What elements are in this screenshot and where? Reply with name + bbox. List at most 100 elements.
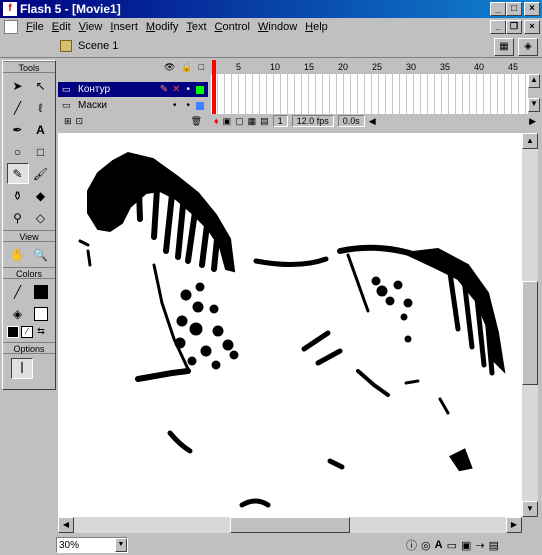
arrow-icon[interactable]: ➤ [7, 75, 29, 96]
hidden-x-icon[interactable]: ✕ [172, 84, 180, 95]
eraser-icon[interactable]: ◇ [30, 207, 52, 228]
vertical-scrollbar[interactable]: ▲ ▼ [522, 133, 538, 517]
horizontal-scroll-thumb[interactable] [230, 517, 350, 533]
visible-dot-icon[interactable]: • [173, 100, 177, 111]
menu-control[interactable]: Control [211, 18, 254, 36]
dropper-icon[interactable]: ⚲ [7, 207, 29, 228]
layer-buttons: ⊞ ⊡ 🗑 [58, 114, 208, 128]
zoom-dropdown-icon[interactable]: ▼ [115, 538, 127, 552]
doc-minimize-button[interactable]: _ [490, 20, 506, 34]
scroll-left-icon[interactable]: ◀ [369, 116, 376, 127]
lock-dot-icon[interactable]: • [186, 84, 190, 95]
trash-icon[interactable]: 🗑 [191, 116, 202, 127]
hand-icon[interactable]: ✋ [7, 244, 29, 265]
no-color-icon[interactable]: ⁄ [21, 326, 33, 338]
zoom-select[interactable]: 30% ▼ [56, 537, 128, 553]
layer-name: Контур [78, 84, 111, 95]
current-frame: 1 [272, 115, 288, 127]
stage-canvas[interactable] [58, 133, 522, 517]
title-bar: f Flash 5 - [Movie1] _ □ × [0, 0, 542, 18]
info-panel-icon[interactable]: ⓘ [406, 537, 417, 553]
vertical-scroll-thumb[interactable] [522, 281, 538, 385]
onion-outline-icon[interactable]: ▢ [235, 116, 244, 127]
onion-skin-icon[interactable]: ▣ [223, 116, 232, 127]
frame-number: 45 [508, 62, 519, 72]
flash-app-icon[interactable]: f [3, 2, 17, 16]
scroll-right-button[interactable]: ▶ [506, 517, 522, 533]
instance-panel-icon[interactable]: ▭ [447, 539, 457, 552]
ink-bottle-icon[interactable]: ⚱ [7, 185, 29, 206]
actions-panel-icon[interactable]: ⇢ [475, 539, 484, 552]
scene-icon [60, 40, 72, 52]
document-icon[interactable] [4, 20, 18, 34]
frames-area[interactable]: 5 10 15 20 25 30 35 40 45 [210, 60, 528, 114]
mixer-panel-icon[interactable]: ◎ [421, 539, 431, 552]
paint-bucket-icon[interactable]: ◆ [30, 185, 52, 206]
zoom-value: 30% [59, 539, 80, 551]
lasso-icon[interactable]: ℓ [30, 97, 52, 118]
layer-row-kontur[interactable]: ▭ Контур ✎ ✕ • [58, 82, 208, 97]
swap-colors-icon[interactable]: ⇆ [35, 326, 47, 338]
layer-row-maski[interactable]: ▭ Маски • • [58, 98, 208, 113]
colors-header: Colors [3, 267, 55, 279]
playhead[interactable] [212, 60, 216, 114]
menu-help[interactable]: Help [301, 18, 332, 36]
subselect-icon[interactable]: ↖ [30, 75, 52, 96]
horizontal-scrollbar[interactable]: ◀ ▶ [58, 517, 522, 533]
add-layer-icon[interactable]: ⊞ [64, 116, 72, 127]
menu-view[interactable]: View [75, 18, 107, 36]
pencil-mode-icon[interactable]: ꟾ [11, 358, 33, 379]
lock-icon[interactable]: 🔒 [181, 62, 192, 73]
frame-number: 35 [440, 62, 451, 72]
scroll-right-icon[interactable]: ▶ [529, 116, 536, 127]
character-panel-icon[interactable]: A [435, 539, 443, 551]
oval-icon[interactable]: ○ [7, 141, 29, 162]
brush-icon[interactable]: 🖌 [30, 163, 52, 184]
timeline-scroll-down[interactable]: ▼ [528, 98, 540, 112]
stroke-color-icon[interactable]: ╱ [7, 281, 29, 302]
fill-color-icon[interactable]: ◈ [7, 303, 29, 324]
edit-scene-icon[interactable]: ▦ [494, 38, 514, 56]
center-frame-icon[interactable]: ♦ [214, 116, 219, 126]
menu-edit[interactable]: Edit [48, 18, 75, 36]
menu-text[interactable]: Text [182, 18, 210, 36]
doc-close-button[interactable]: × [524, 20, 540, 34]
edit-multiple-icon[interactable]: ▦ [248, 116, 257, 127]
fill-color-swatch[interactable] [30, 303, 52, 324]
timeline-scroll-up[interactable]: ▲ [528, 74, 540, 88]
lock-dot-icon[interactable]: • [186, 100, 190, 111]
menu-bar: File Edit View Insert Modify Text Contro… [0, 18, 542, 36]
pen-icon[interactable]: ✒ [7, 119, 29, 140]
scroll-down-button[interactable]: ▼ [522, 501, 538, 517]
outline-color-icon[interactable] [196, 85, 204, 94]
outline-icon[interactable]: □ [199, 62, 204, 72]
menu-window[interactable]: Window [254, 18, 301, 36]
minimize-button[interactable]: _ [490, 2, 506, 16]
menu-insert[interactable]: Insert [106, 18, 142, 36]
movie-explorer-icon[interactable]: ▣ [461, 539, 471, 552]
frame-number: 5 [236, 62, 242, 72]
maximize-button[interactable]: □ [506, 2, 522, 16]
eye-icon[interactable]: 👁 [164, 62, 175, 73]
frame-grid [210, 74, 528, 114]
doc-restore-button[interactable]: ❐ [506, 20, 522, 34]
magnifier-icon[interactable]: 🔍 [30, 244, 52, 265]
library-icon[interactable]: ▤ [489, 539, 499, 552]
frame-number: 30 [406, 62, 417, 72]
timeline-status: ♦ ▣ ▢ ▦ ▤ 1 12.0 fps 0.0s ◀ ▶ [210, 114, 540, 128]
menu-file[interactable]: File [22, 18, 48, 36]
pencil-icon[interactable]: ✎ [6, 163, 29, 184]
stroke-color-swatch[interactable] [30, 281, 52, 302]
onion-markers-icon[interactable]: ▤ [260, 116, 269, 127]
close-button[interactable]: × [524, 2, 540, 16]
line-icon[interactable]: ╱ [7, 97, 29, 118]
default-colors-icon[interactable] [7, 326, 19, 338]
add-guide-icon[interactable]: ⊡ [76, 116, 84, 127]
rectangle-icon[interactable]: □ [30, 141, 52, 162]
scroll-up-button[interactable]: ▲ [522, 133, 538, 149]
scroll-left-button[interactable]: ◀ [58, 517, 74, 533]
edit-symbols-icon[interactable]: ◈ [518, 38, 538, 56]
outline-color-icon[interactable] [196, 101, 204, 110]
menu-modify[interactable]: Modify [142, 18, 182, 36]
text-icon[interactable]: A [30, 119, 52, 140]
